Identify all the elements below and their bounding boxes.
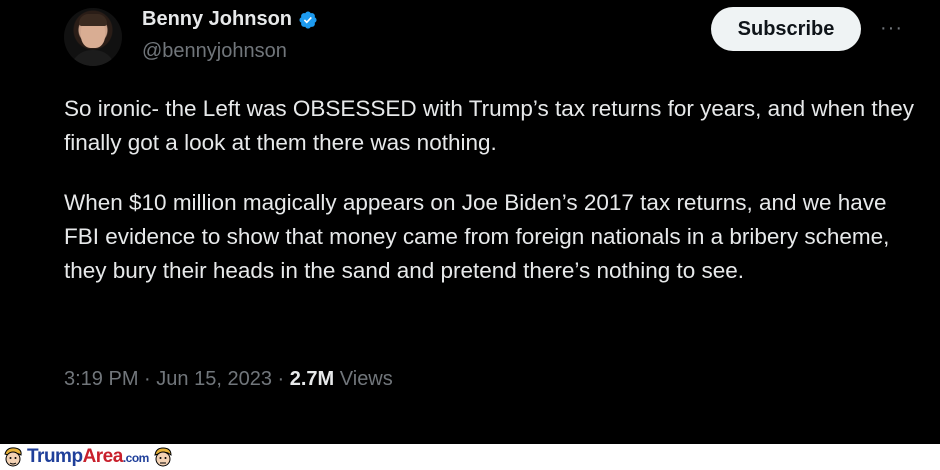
tweet-text: So ironic- the Left was OBSESSED with Tr…	[64, 92, 924, 314]
author-handle[interactable]: @bennyjohnson	[142, 40, 287, 63]
display-name[interactable]: Benny Johnson	[142, 8, 292, 31]
more-dots-icon[interactable]: ···	[880, 18, 906, 38]
logo-text: TrumpArea.com	[27, 446, 149, 467]
watermark-footer: TrumpArea.com	[0, 444, 940, 470]
tweet-card: Benny Johnson @bennyjohnson Subscribe ··…	[0, 0, 940, 444]
verified-badge-icon	[299, 10, 317, 29]
tweet-paragraph: When $10 million magically appears on Jo…	[64, 190, 890, 283]
caricature-head-icon	[4, 447, 22, 467]
subscribe-button[interactable]: Subscribe	[711, 7, 861, 51]
tweet-time[interactable]: 3:19 PM	[64, 368, 138, 390]
meta-separator: ·	[277, 368, 285, 390]
trumparea-logo: TrumpArea.com	[2, 445, 174, 469]
tweet-paragraph: So ironic- the Left was OBSESSED with Tr…	[64, 96, 914, 155]
meta-separator: ·	[144, 368, 151, 390]
views-label: Views	[339, 368, 393, 390]
views-count: 2.7M	[289, 368, 335, 390]
tweet-date[interactable]: Jun 15, 2023	[156, 368, 272, 390]
tweet-meta: 3:19 PM · Jun 15, 2023 · 2.7M Views	[64, 368, 393, 391]
author-name-row: Benny Johnson	[142, 8, 318, 31]
avatar[interactable]	[64, 8, 122, 66]
caricature-head-icon	[154, 447, 172, 467]
